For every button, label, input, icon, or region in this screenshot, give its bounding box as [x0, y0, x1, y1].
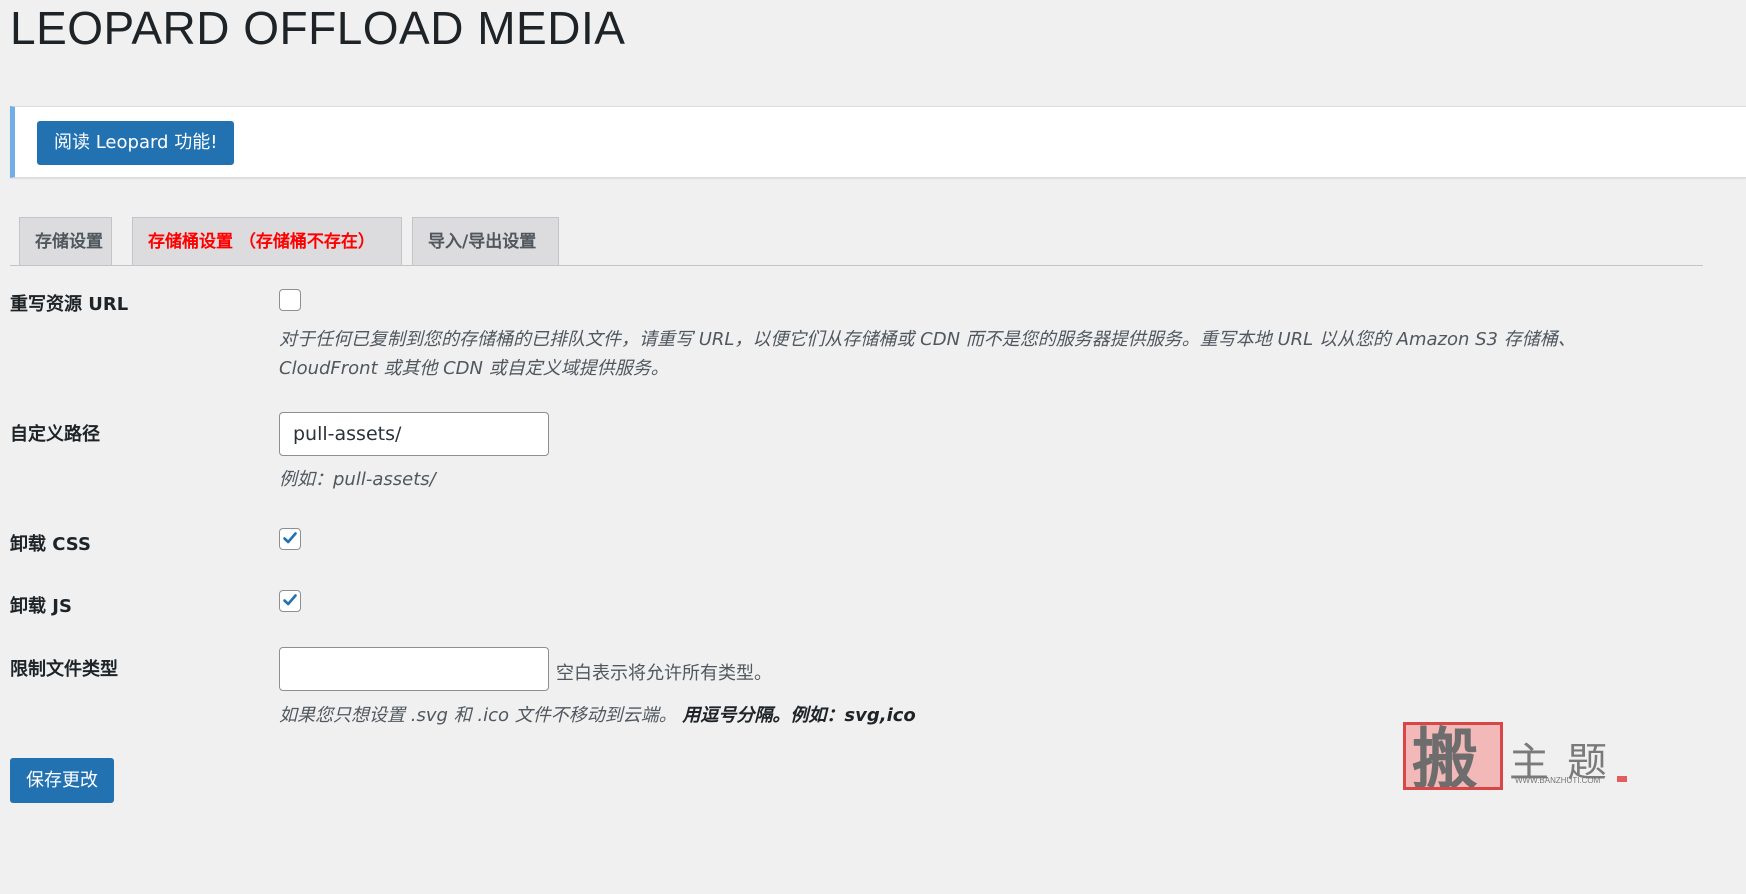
checkmark-icon: [283, 594, 297, 606]
custom-path-hint: 例如：pull-assets/: [279, 469, 436, 490]
info-notice: 阅读 Leopard 功能!: [10, 106, 1746, 178]
watermark-url: WWW.BANZHUTI.COM: [1515, 776, 1601, 785]
limit-file-types-input[interactable]: [279, 647, 549, 691]
watermark-red-mark: [1617, 776, 1627, 782]
offload-css-checkbox[interactable]: [279, 528, 301, 550]
limit-file-types-inline-hint: 空白表示将允许所有类型。: [556, 663, 772, 684]
rewrite-url-description-line2: CloudFront 或其他 CDN 或自定义域提供服务。: [279, 358, 669, 379]
watermark-logo-box: 搬: [1403, 722, 1503, 790]
limit-file-types-desc-bold: 用逗号分隔。例如：svg,ico: [682, 705, 916, 726]
tab-storage-settings[interactable]: 存储设置: [19, 217, 112, 265]
rewrite-url-label: 重写资源 URL: [10, 294, 129, 315]
checkmark-icon: [283, 532, 297, 544]
offload-css-label: 卸载 CSS: [10, 534, 91, 555]
limit-file-types-label: 限制文件类型: [10, 659, 118, 680]
offload-js-label: 卸载 JS: [10, 596, 72, 617]
limit-file-types-description: 如果您只想设置 .svg 和 .ico 文件不移动到云端。 用逗号分隔。例如：s…: [279, 701, 916, 730]
settings-tabs: 存储设置 存储桶设置 （存储桶不存在） 导入/导出设置: [10, 217, 1703, 266]
page-title: LEOPARD OFFLOAD MEDIA: [10, 2, 626, 54]
rewrite-url-checkbox[interactable]: [279, 289, 301, 311]
rewrite-url-description-line1: 对于任何已复制到您的存储桶的已排队文件，请重写 URL，以便它们从存储桶或 CD…: [279, 329, 1576, 350]
banzhuti-watermark-logo: 搬 主题 WWW.BANZHUTI.COM: [1403, 720, 1633, 792]
tab-bucket-settings[interactable]: 存储桶设置 （存储桶不存在）: [132, 217, 402, 265]
limit-file-types-desc-plain: 如果您只想设置 .svg 和 .ico 文件不移动到云端。: [279, 705, 683, 726]
read-features-button[interactable]: 阅读 Leopard 功能!: [37, 121, 235, 165]
offload-js-checkbox[interactable]: [279, 590, 301, 612]
custom-path-input[interactable]: [279, 412, 549, 456]
custom-path-label: 自定义路径: [10, 424, 100, 445]
watermark-glyph: 搬: [1412, 722, 1482, 790]
tab-import-export-settings[interactable]: 导入/导出设置: [412, 217, 559, 265]
settings-page: LEOPARD OFFLOAD MEDIA 阅读 Leopard 功能! 存储设…: [0, 0, 1746, 894]
save-changes-button[interactable]: 保存更改: [10, 758, 114, 803]
